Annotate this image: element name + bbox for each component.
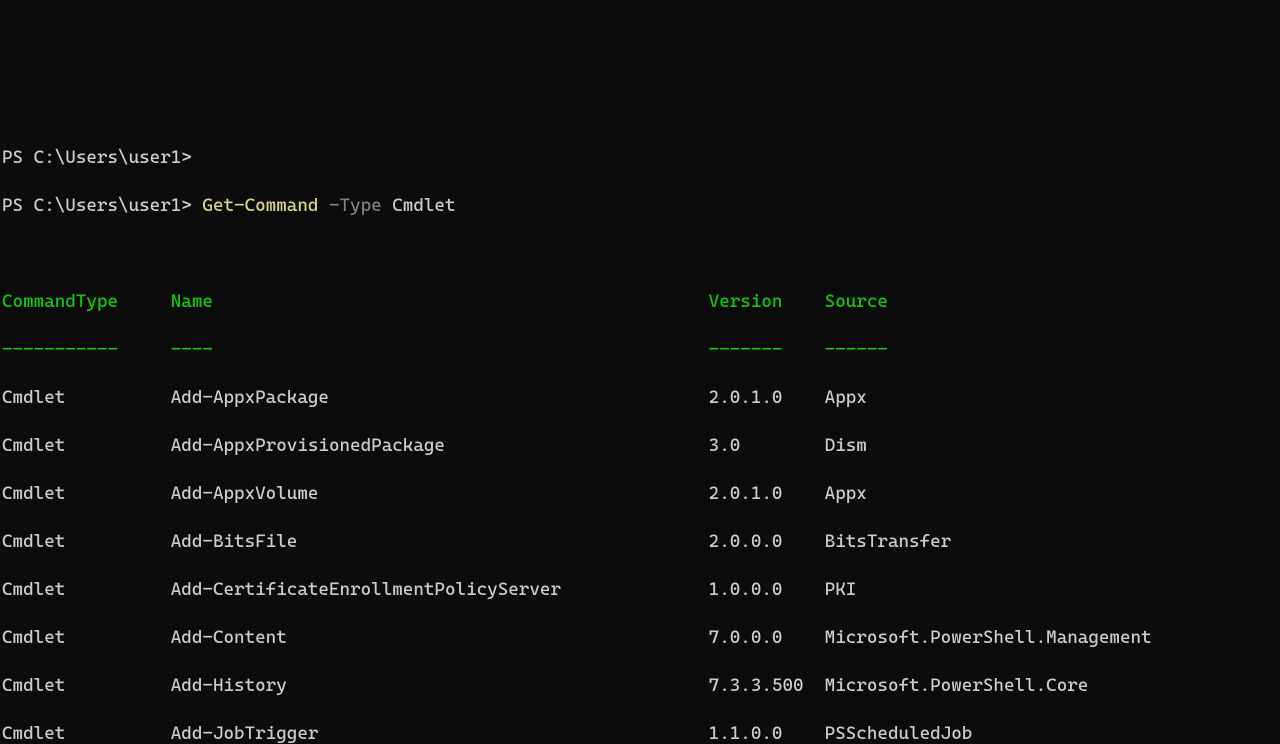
command-name: Get-Command <box>202 195 318 216</box>
cell-name: Add-AppxVolume <box>171 483 709 504</box>
cell-commandtype: Cmdlet <box>2 675 171 696</box>
underline-commandtype: ----------- <box>2 339 171 360</box>
output-rows: Cmdlet Add-AppxPackage 2.0.1.0 Appx Cmdl… <box>2 386 1278 744</box>
cell-source: Appx <box>825 483 867 504</box>
table-row: Cmdlet Add-AppxVolume 2.0.1.0 Appx <box>2 482 1278 506</box>
cell-commandtype: Cmdlet <box>2 627 171 648</box>
terminal[interactable]: PS C:\Users\user1> PS C:\Users\user1> Ge… <box>0 120 1280 744</box>
cell-commandtype: Cmdlet <box>2 531 171 552</box>
header-name: Name <box>171 291 709 312</box>
cell-source: BitsTransfer <box>825 531 952 552</box>
table-row: Cmdlet Add-BitsFile 2.0.0.0 BitsTransfer <box>2 530 1278 554</box>
cell-commandtype: Cmdlet <box>2 723 171 744</box>
cell-version: 3.0 <box>709 435 825 456</box>
cell-source: Appx <box>825 387 867 408</box>
table-row: Cmdlet Add-CertificateEnrollmentPolicySe… <box>2 578 1278 602</box>
command-argument: Cmdlet <box>392 195 455 216</box>
cell-version: 2.0.1.0 <box>709 387 825 408</box>
header-underline-row: ----------- ---- ------- ------ <box>2 338 1278 362</box>
cell-source: Microsoft.PowerShell.Core <box>825 675 1089 696</box>
cell-commandtype: Cmdlet <box>2 387 171 408</box>
cell-commandtype: Cmdlet <box>2 483 171 504</box>
header-row: CommandType Name Version Source <box>2 290 1278 314</box>
command-parameter: -Type <box>329 195 382 216</box>
cell-name: Add-Content <box>171 627 709 648</box>
table-row: Cmdlet Add-History 7.3.3.500 Microsoft.P… <box>2 674 1278 698</box>
cell-name: Add-AppxPackage <box>171 387 709 408</box>
prompt-line-2: PS C:\Users\user1> Get-Command -Type Cmd… <box>2 194 1278 218</box>
cell-version: 2.0.0.0 <box>709 531 825 552</box>
cell-name: Add-History <box>171 675 709 696</box>
header-source: Source <box>825 291 888 312</box>
header-commandtype: CommandType <box>2 291 171 312</box>
underline-source: ------ <box>825 339 888 360</box>
cell-version: 1.1.0.0 <box>709 723 825 744</box>
cell-version: 7.0.0.0 <box>709 627 825 648</box>
underline-version: ------- <box>709 339 825 360</box>
blank-line <box>2 242 1278 266</box>
underline-name: ---- <box>171 339 709 360</box>
cell-version: 1.0.0.0 <box>709 579 825 600</box>
cell-name: Add-AppxProvisionedPackage <box>171 435 709 456</box>
prompt-line-1: PS C:\Users\user1> <box>2 146 1278 170</box>
cell-source: PKI <box>825 579 857 600</box>
cell-name: Add-BitsFile <box>171 531 709 552</box>
cell-source: PSScheduledJob <box>825 723 973 744</box>
cell-commandtype: Cmdlet <box>2 435 171 456</box>
cell-name: Add-CertificateEnrollmentPolicyServer <box>171 579 709 600</box>
cell-source: Dism <box>825 435 867 456</box>
cell-version: 2.0.1.0 <box>709 483 825 504</box>
cell-commandtype: Cmdlet <box>2 579 171 600</box>
cell-name: Add-JobTrigger <box>171 723 709 744</box>
table-row: Cmdlet Add-JobTrigger 1.1.0.0 PSSchedule… <box>2 722 1278 744</box>
table-row: Cmdlet Add-AppxProvisionedPackage 3.0 Di… <box>2 434 1278 458</box>
cell-version: 7.3.3.500 <box>709 675 825 696</box>
prompt-prefix: PS C:\Users\user1> <box>2 195 202 216</box>
header-version: Version <box>709 291 825 312</box>
table-row: Cmdlet Add-Content 7.0.0.0 Microsoft.Pow… <box>2 626 1278 650</box>
table-row: Cmdlet Add-AppxPackage 2.0.1.0 Appx <box>2 386 1278 410</box>
cell-source: Microsoft.PowerShell.Management <box>825 627 1152 648</box>
